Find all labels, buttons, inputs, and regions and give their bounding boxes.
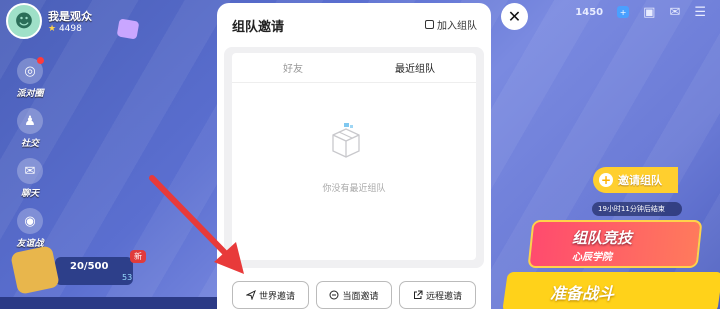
sidebar-item-friendly-battle[interactable]: ◉ 友谊战	[6, 208, 54, 249]
star-icon: ★	[48, 24, 57, 34]
level-progress-text: 20/500	[70, 261, 109, 272]
remote-invite-label: 远程邀请	[425, 291, 462, 302]
team-battle-subtitle: 心辰学院	[572, 252, 612, 263]
dialog-title: 组队邀请	[232, 20, 285, 35]
send-icon	[245, 290, 256, 300]
level-sub-value: 53	[122, 273, 133, 282]
tab-friends[interactable]: 好友	[232, 53, 354, 82]
invite-team-button[interactable]: + 邀请组队	[593, 167, 678, 193]
dialog-panel: 好友 最近组队 你没有最近组队	[232, 53, 476, 260]
dialog-content: 好友 最近组队 你没有最近组队	[224, 47, 484, 268]
dialog-tabs: 好友 最近组队	[232, 53, 476, 83]
sidebar-item-chat[interactable]: ✉ 聊天	[6, 158, 54, 199]
close-dialog-button[interactable]: ✕	[501, 3, 528, 30]
sidebar-item-label: 聊天	[20, 189, 39, 199]
sidebar-item-label: 社交	[20, 139, 39, 149]
top-right-bar: 1450 + ▣ ✉ ☰	[575, 0, 720, 24]
avatar[interactable]: ☻	[6, 3, 42, 39]
trophy-icon	[10, 245, 60, 295]
level-card[interactable]: 20/500 新 53	[10, 245, 146, 295]
face-invite-label: 当面邀请	[342, 291, 379, 302]
close-icon: ✕	[507, 7, 522, 26]
world-invite-label: 世界邀请	[258, 291, 295, 302]
team-battle-title: 组队竞技	[572, 229, 633, 247]
chat-icon: ✉	[17, 158, 43, 184]
face-icon	[329, 290, 339, 300]
join-icon	[425, 20, 434, 29]
mail-icon[interactable]: ✉	[669, 5, 680, 20]
join-team-label: 加入组队	[437, 21, 477, 32]
currency-add-icon[interactable]: +	[617, 6, 630, 18]
remote-invite-button[interactable]: 远程邀请	[399, 281, 476, 309]
tab-recent-teams[interactable]: 最近组队	[354, 53, 476, 82]
share-icon	[413, 290, 423, 299]
player-profile[interactable]: ☻ 我是观众 ★ 4498	[6, 3, 92, 39]
currency-value: 1450	[575, 6, 604, 18]
tv-icon[interactable]: ▣	[643, 5, 655, 20]
invite-team-label: 邀请组队	[618, 174, 662, 187]
gamepad-icon: ◉	[17, 208, 43, 234]
rank-badge-icon[interactable]	[116, 18, 140, 40]
player-score: ★ 4498	[48, 24, 92, 34]
empty-state-text: 你没有最近组队	[322, 184, 386, 194]
player-name: 我是观众	[48, 10, 92, 23]
ready-battle-label: 准备战斗	[550, 284, 615, 303]
side-nav: ◎ 派对圈 ♟ 社交 ✉ 聊天 ◉ 友谊战	[6, 57, 54, 258]
party-icon: ◎	[17, 57, 44, 84]
join-team-button[interactable]: 加入组队	[425, 17, 477, 32]
team-invite-dialog: 组队邀请 加入组队 好友 最近组队 你没有最近组队 世界邀请 当面邀请 远程邀请	[217, 3, 491, 309]
sidebar-item-social[interactable]: ♟ 社交	[6, 108, 54, 149]
notification-dot	[37, 57, 44, 64]
empty-box-icon	[332, 123, 360, 158]
world-invite-button[interactable]: 世界邀请	[232, 281, 309, 309]
score-value: 4498	[58, 24, 82, 34]
dialog-actions: 世界邀请 当面邀请 远程邀请	[217, 281, 491, 309]
social-icon: ♟	[17, 108, 43, 134]
face-invite-button[interactable]: 当面邀请	[316, 281, 392, 309]
sidebar-item-label: 派对圈	[16, 89, 44, 99]
event-timer: 19小时11分钟后结束	[592, 202, 682, 216]
sidebar-item-party[interactable]: ◎ 派对圈	[6, 57, 54, 99]
plus-icon: +	[599, 173, 613, 187]
new-badge: 新	[130, 250, 146, 263]
menu-icon[interactable]: ☰	[694, 5, 706, 20]
